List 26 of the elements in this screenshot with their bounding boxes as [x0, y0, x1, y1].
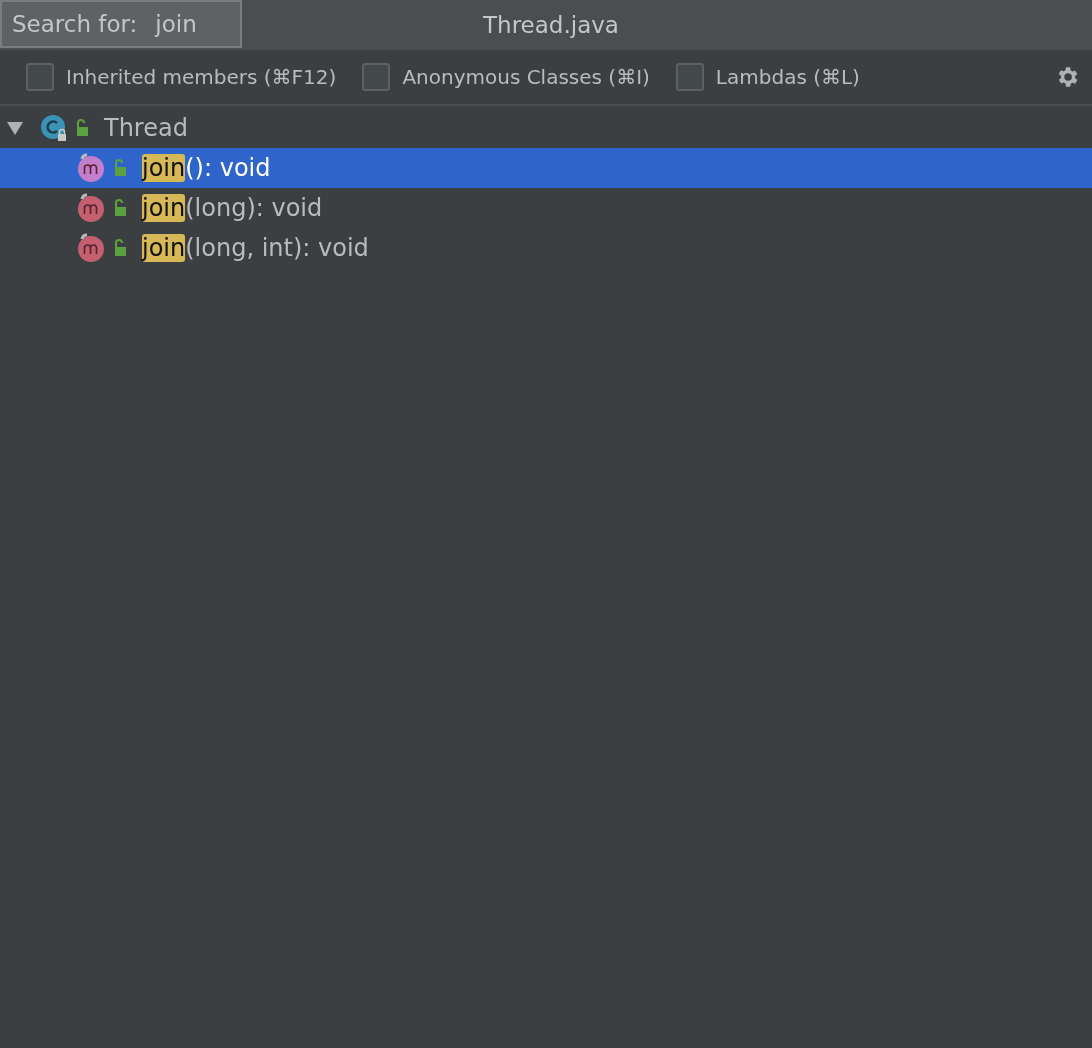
checkbox[interactable]	[362, 63, 391, 91]
tree-item[interactable]: join(): void	[0, 148, 1092, 188]
tree-item[interactable]: join(long, int): void	[0, 228, 1092, 268]
lock-icon	[112, 199, 128, 217]
method-icon	[76, 193, 106, 223]
class-icon	[40, 114, 68, 142]
checkbox[interactable]	[26, 63, 54, 91]
checkbox-label: Lambdas (⌘L)	[715, 65, 860, 89]
method-icon	[76, 153, 106, 183]
lock-icon	[112, 159, 128, 177]
method-signature: join(): void	[142, 154, 271, 182]
search-label: Search for:	[12, 11, 138, 37]
lock-icon	[74, 119, 90, 137]
checkbox-label: Anonymous Classes (⌘I)	[402, 65, 650, 89]
checkbox[interactable]	[675, 63, 704, 91]
lock-icon	[112, 239, 128, 257]
tree-item[interactable]: join(long): void	[0, 188, 1092, 228]
checkbox-label: Inherited members (⌘F12)	[66, 65, 337, 89]
class-name: Thread	[104, 114, 188, 142]
search-value: join	[155, 11, 197, 37]
search-field[interactable]: Search for: join	[0, 0, 242, 48]
expand-triangle-icon[interactable]	[6, 119, 24, 137]
method-icon	[76, 233, 106, 263]
method-signature: join(long, int): void	[142, 234, 369, 262]
window-title: Thread.java	[483, 12, 619, 38]
method-signature: join(long): void	[142, 194, 323, 222]
